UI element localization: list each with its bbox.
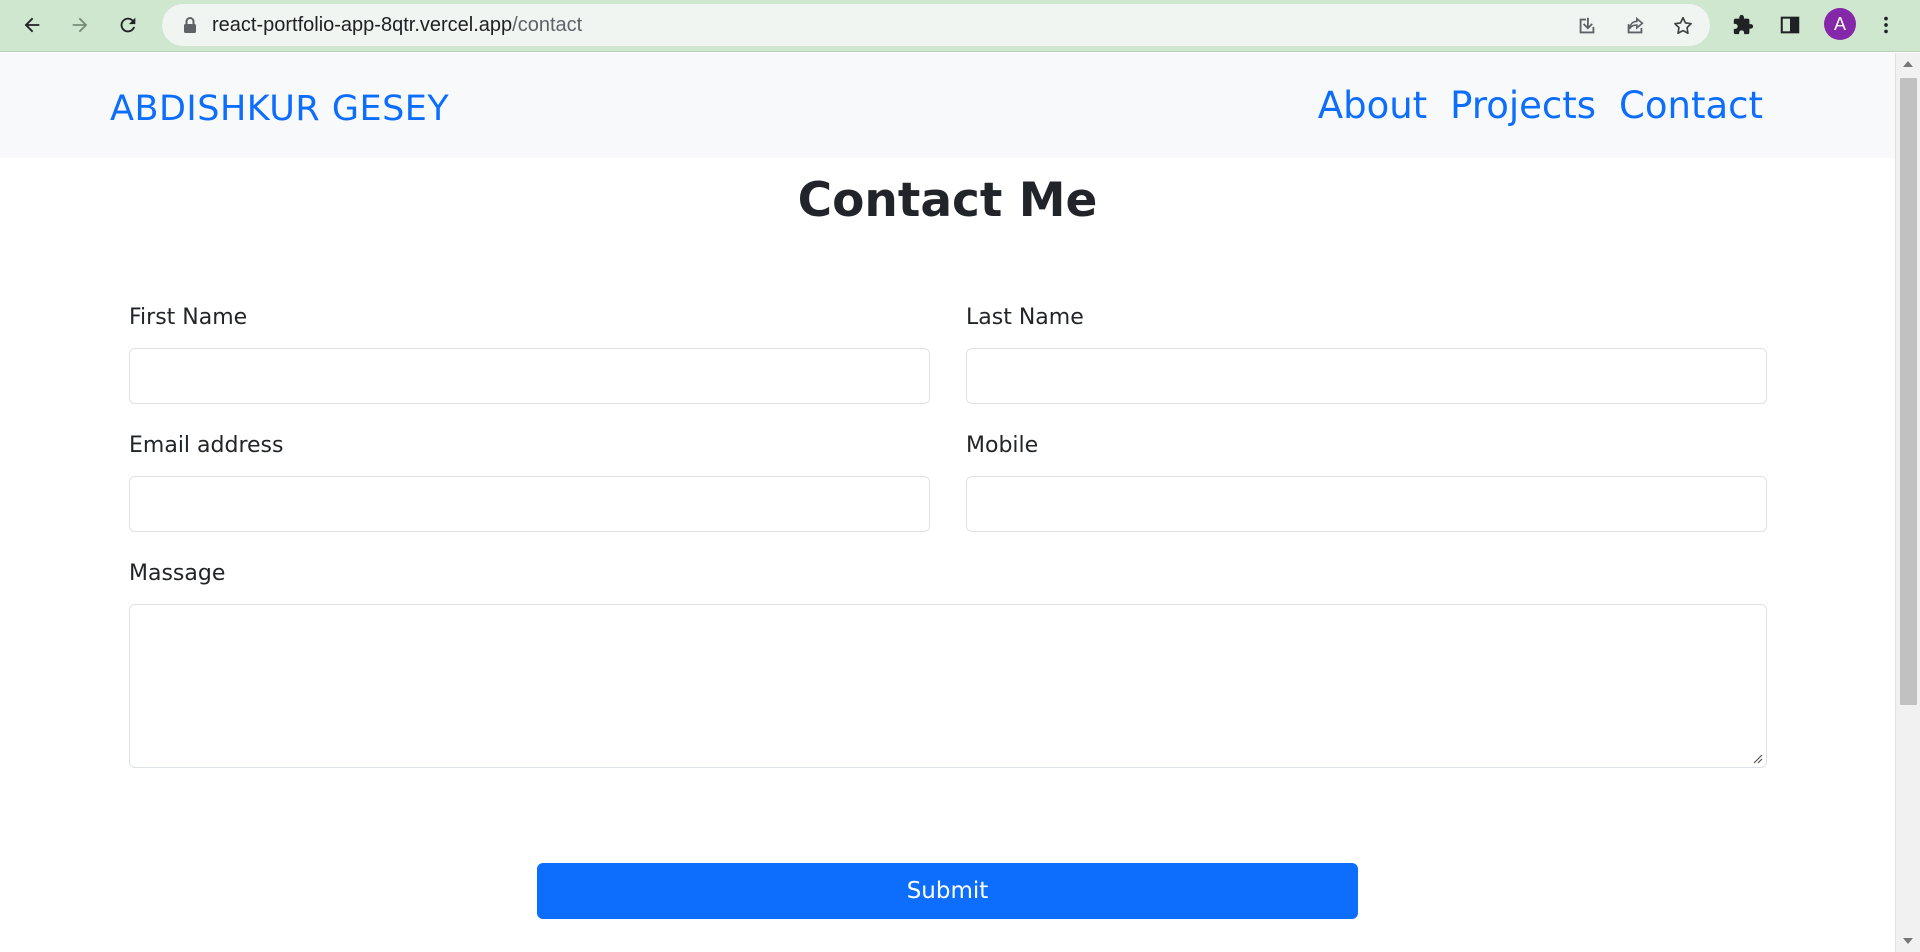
mobile-label: Mobile (966, 433, 1039, 458)
address-bar[interactable]: react-portfolio-app-8qtr.vercel.app/cont… (162, 4, 1710, 46)
back-icon (24, 17, 40, 33)
url-text: react-portfolio-app-8qtr.vercel.app/cont… (212, 14, 582, 37)
email-input[interactable] (129, 476, 930, 532)
side-panel-button[interactable] (1776, 11, 1804, 39)
bookmark-button[interactable] (1670, 13, 1696, 39)
page-scrollbar[interactable] (1895, 53, 1920, 952)
nav-link-contact[interactable]: Contact (1619, 84, 1763, 127)
message-textarea[interactable] (129, 604, 1767, 768)
scroll-up-arrow-icon[interactable] (1903, 61, 1913, 67)
brand-logo[interactable]: ABDISHKUR GESEY (110, 89, 449, 129)
forward-icon (72, 17, 88, 33)
bookmark-star-icon (1674, 16, 1692, 35)
page-title: Contact Me (797, 173, 1098, 228)
site-navbar: ABDISHKUR GESEY About Projects Contact (0, 53, 1895, 158)
side-panel-icon (1780, 16, 1800, 34)
mobile-input[interactable] (966, 476, 1767, 532)
profile-avatar[interactable]: A (1824, 8, 1856, 40)
page-viewport: ABDISHKUR GESEY About Projects Contact C… (0, 53, 1895, 952)
submit-button[interactable]: Submit (537, 863, 1358, 919)
install-icon (1579, 17, 1595, 34)
extensions-button[interactable] (1729, 11, 1757, 39)
last-name-label: Last Name (966, 305, 1084, 330)
first-name-label: First Name (129, 305, 248, 330)
nav-link-projects[interactable]: Projects (1450, 84, 1596, 127)
extensions-icon (1733, 14, 1754, 35)
forward-button[interactable] (63, 8, 97, 42)
browser-toolbar: react-portfolio-app-8qtr.vercel.app/cont… (0, 0, 1920, 52)
url-host: react-portfolio-app-8qtr.vercel.app (212, 14, 513, 36)
share-icon (1627, 16, 1644, 34)
browser-menu-button[interactable] (1872, 11, 1900, 39)
message-label: Massage (129, 561, 226, 586)
nav-links: About Projects Contact (1318, 84, 1763, 127)
share-button[interactable] (1622, 13, 1648, 39)
scrollbar-thumb[interactable] (1900, 78, 1917, 705)
last-name-input[interactable] (966, 348, 1767, 404)
install-app-button[interactable] (1574, 13, 1600, 39)
back-button[interactable] (15, 8, 49, 42)
url-path: /contact (512, 14, 583, 36)
reload-button[interactable] (111, 8, 145, 42)
resize-grip-icon[interactable] (1751, 752, 1763, 764)
lock-icon (184, 17, 196, 33)
nav-link-about[interactable]: About (1318, 84, 1427, 127)
first-name-input[interactable] (129, 348, 930, 404)
avatar-letter: A (1833, 13, 1846, 34)
scroll-down-arrow-icon[interactable] (1903, 938, 1913, 944)
reload-icon (120, 17, 136, 33)
email-label: Email address (129, 433, 284, 458)
menu-kebab-icon (1884, 16, 1888, 34)
